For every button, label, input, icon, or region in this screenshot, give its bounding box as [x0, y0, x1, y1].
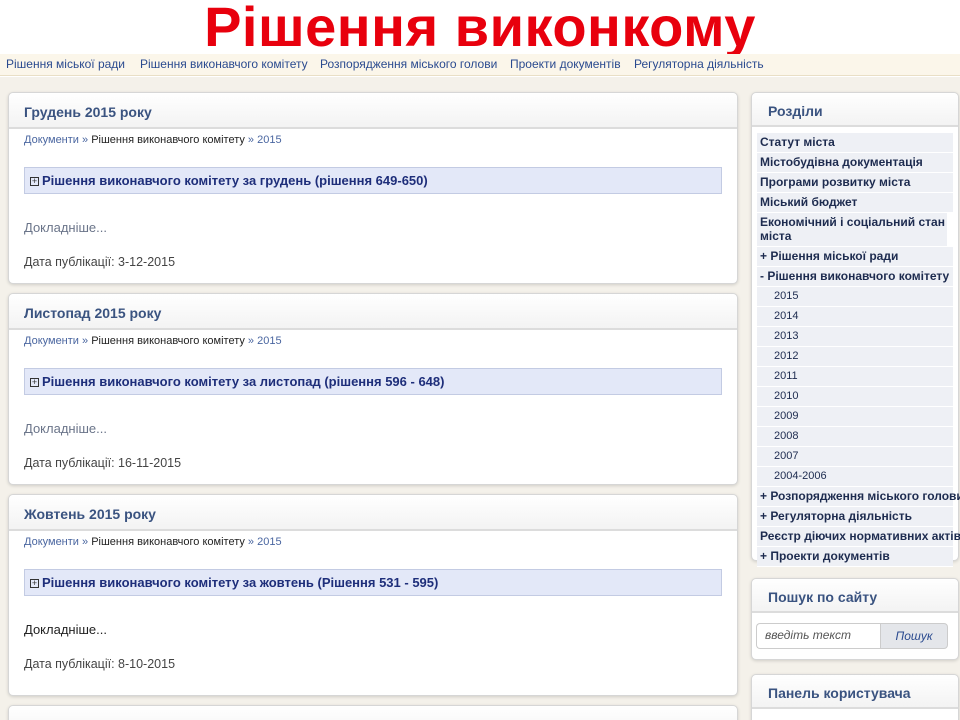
breadcrumb-documents[interactable]: Документи	[24, 335, 79, 347]
menu-item-year-2015[interactable]: 2015	[757, 287, 953, 307]
breadcrumb-executive-committee[interactable]: Рішення виконавчого комітету	[91, 536, 245, 548]
post-header: Грудень 2015 року	[9, 93, 737, 129]
expand-icon[interactable]: +	[30, 579, 39, 588]
topnav-draft-documents[interactable]: Проекти документів	[510, 57, 621, 71]
post-header: Листопад 2015 року	[9, 294, 737, 330]
menu-item-mayor-orders[interactable]: + Розпорядження міського голови	[757, 487, 960, 507]
menu-item-year-2012[interactable]: 2012	[757, 347, 953, 367]
news-post: Жовтень 2015 року Документи » Рішення ви…	[8, 494, 738, 696]
topnav-regulatory-activity[interactable]: Регуляторна діяльність	[634, 57, 764, 71]
slide-title: Рішення виконкому	[204, 0, 756, 58]
news-post: Листопад 2015 року Документи » Рішення в…	[8, 293, 738, 485]
breadcrumb: Документи » Рішення виконавчого комітету…	[9, 129, 737, 146]
menu-item-year-2008[interactable]: 2008	[757, 427, 953, 447]
breadcrumb-year[interactable]: 2015	[257, 536, 281, 548]
breadcrumb-year[interactable]: 2015	[257, 134, 281, 146]
post-header: Жовтень 2015 року	[9, 495, 737, 531]
document-title[interactable]: Рішення виконавчого комітету за жовтень …	[42, 575, 438, 590]
topnav-executive-committee-decisions[interactable]: Рішення виконавчого комітету	[140, 57, 308, 71]
expand-icon[interactable]: +	[30, 378, 39, 387]
menu-item-year-2010[interactable]: 2010	[757, 387, 953, 407]
menu-item-year-2011[interactable]: 2011	[757, 367, 953, 387]
menu-item-city-charter[interactable]: Статут міста	[757, 133, 953, 153]
menu-item-urban-planning[interactable]: Містобудівна документація	[757, 153, 953, 173]
topnav-city-council-decisions[interactable]: Рішення міської ради	[6, 57, 125, 71]
menu-item-normative-acts-register[interactable]: Реєстр діючих нормативних актів	[757, 527, 960, 547]
breadcrumb-separator: »	[247, 134, 255, 146]
breadcrumb: Документи » Рішення виконавчого комітету…	[9, 531, 737, 548]
sections-menu: Статут міста Містобудівна документація П…	[752, 127, 960, 567]
breadcrumb-separator: »	[247, 335, 255, 347]
top-navigation: Рішення міської ради Рішення виконавчого…	[0, 54, 960, 76]
publication-date: Дата публікації: 16-11-2015	[24, 456, 182, 470]
breadcrumb-documents[interactable]: Документи	[24, 536, 79, 548]
breadcrumb-separator: »	[247, 536, 255, 548]
breadcrumb-separator: »	[82, 335, 89, 347]
search-button[interactable]: Пошук	[880, 623, 948, 649]
breadcrumb-separator: »	[82, 536, 89, 548]
publication-date: Дата публікації: 3-12-2015	[24, 255, 176, 269]
menu-item-executive-committee-decisions[interactable]: - Рішення виконавчого комітету	[757, 267, 953, 287]
menu-item-development-programs[interactable]: Програми розвитку міста	[757, 173, 953, 193]
news-post	[8, 705, 738, 720]
search-form: введіть текст Пошук	[752, 613, 958, 649]
menu-item-draft-documents[interactable]: + Проекти документів	[757, 547, 953, 567]
menu-item-regulatory-activity[interactable]: + Регуляторна діяльність	[757, 507, 953, 527]
publication-date: Дата публікації: 8-10-2015	[24, 657, 176, 671]
sections-panel: Розділи Статут міста Містобудівна докуме…	[751, 92, 960, 567]
read-more-link[interactable]: Докладніше...	[9, 395, 737, 436]
user-panel-title: Панель користувача	[752, 675, 958, 709]
sections-title: Розділи	[752, 93, 958, 127]
breadcrumb-year[interactable]: 2015	[257, 335, 281, 347]
menu-item-city-council-decisions[interactable]: + Рішення міської ради	[757, 247, 953, 267]
document-title[interactable]: Рішення виконавчого комітету за грудень …	[42, 173, 428, 188]
site-search-panel: Пошук по сайту введіть текст Пошук	[751, 578, 959, 660]
menu-item-economic-social-state[interactable]: Економічний і соціальний стан міста	[757, 213, 947, 247]
post-title[interactable]: Жовтень 2015 року	[24, 506, 156, 522]
topnav-mayor-orders[interactable]: Розпорядження міського голови	[320, 57, 497, 71]
document-title[interactable]: Рішення виконавчого комітету за листопад…	[42, 374, 444, 389]
post-header	[9, 706, 737, 720]
post-title[interactable]: Листопад 2015 року	[24, 305, 161, 321]
breadcrumb-executive-committee[interactable]: Рішення виконавчого комітету	[91, 335, 245, 347]
breadcrumb: Документи » Рішення виконавчого комітету…	[9, 330, 737, 347]
menu-item-city-budget[interactable]: Міський бюджет	[757, 193, 953, 213]
document-link[interactable]: + Рішення виконавчого комітету за листопа…	[24, 368, 722, 395]
read-more-link[interactable]: Докладніше...	[9, 194, 737, 235]
user-panel: Панель користувача	[751, 674, 959, 720]
menu-item-year-2007[interactable]: 2007	[757, 447, 953, 467]
expand-icon[interactable]: +	[30, 177, 39, 186]
breadcrumb-documents[interactable]: Документи	[24, 134, 79, 146]
menu-item-year-2004-2006[interactable]: 2004-2006	[757, 467, 953, 487]
read-more-link[interactable]: Докладніше...	[9, 596, 737, 637]
menu-item-year-2013[interactable]: 2013	[757, 327, 953, 347]
news-post: Грудень 2015 року Документи » Рішення ви…	[8, 92, 738, 284]
post-title[interactable]: Грудень 2015 року	[24, 104, 152, 120]
menu-item-year-2014[interactable]: 2014	[757, 307, 953, 327]
site-search-title: Пошук по сайту	[752, 579, 958, 613]
search-input[interactable]: введіть текст	[756, 623, 880, 649]
document-link[interactable]: + Рішення виконавчого комітету за жовтень…	[24, 569, 722, 596]
breadcrumb-executive-committee[interactable]: Рішення виконавчого комітету	[91, 134, 245, 146]
menu-item-year-2009[interactable]: 2009	[757, 407, 953, 427]
document-link[interactable]: + Рішення виконавчого комітету за грудень…	[24, 167, 722, 194]
breadcrumb-separator: »	[82, 134, 89, 146]
